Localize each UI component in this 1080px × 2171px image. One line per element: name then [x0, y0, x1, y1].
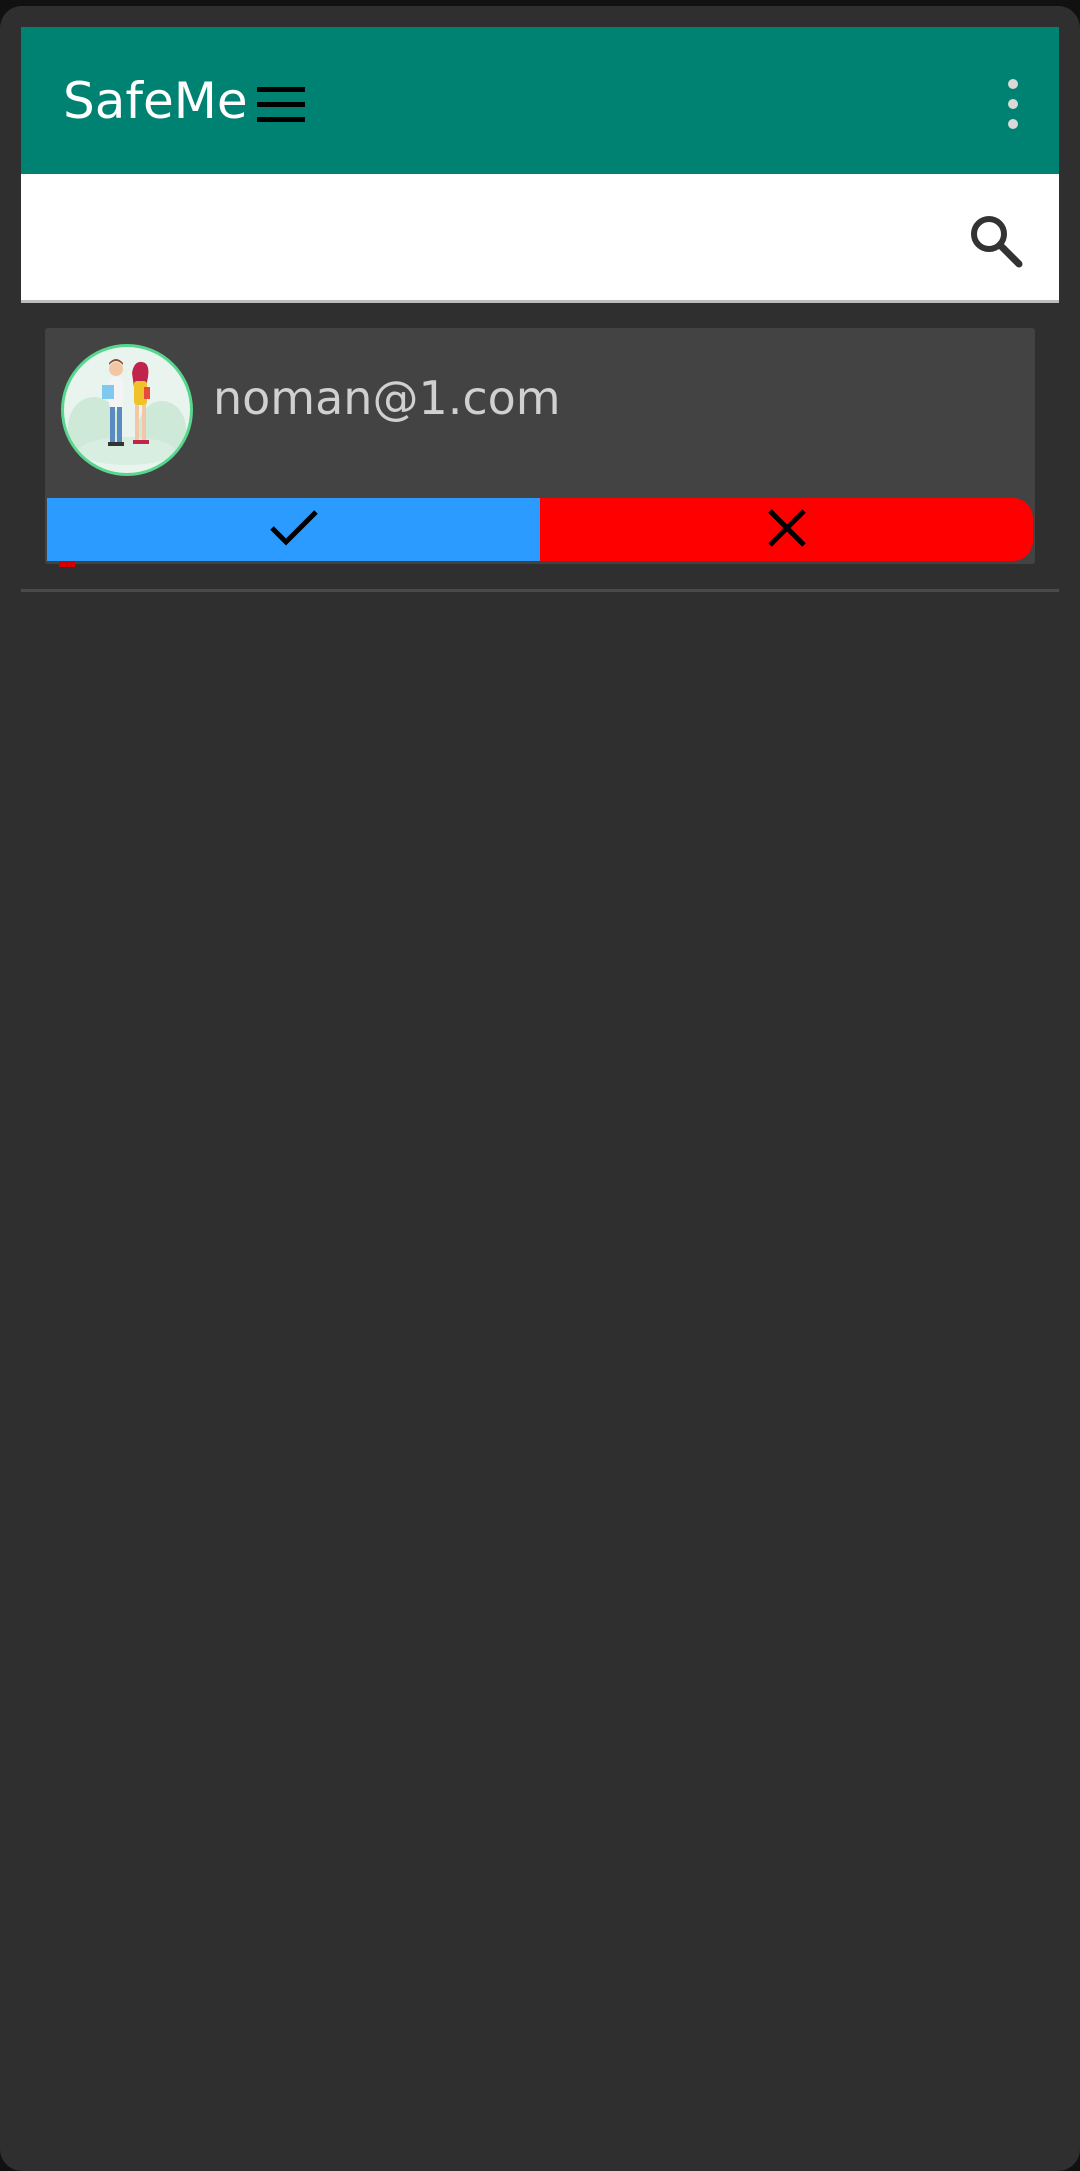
avatar [61, 344, 193, 476]
hamburger-menu-icon[interactable] [257, 85, 307, 125]
close-icon [766, 507, 808, 553]
app-screen: SafeMe noman@1.com [0, 6, 1080, 2171]
app-title: SafeMe [63, 72, 248, 130]
search-input[interactable] [45, 198, 949, 278]
request-card: noman@1.com [45, 328, 1035, 567]
request-email: noman@1.com [213, 371, 561, 425]
more-vertical-icon[interactable] [991, 77, 1035, 133]
app-bar: SafeMe [21, 27, 1059, 174]
reject-button[interactable] [540, 498, 1033, 561]
accept-button[interactable] [47, 498, 540, 561]
checkmark-icon [269, 508, 319, 552]
red-indicator [59, 561, 75, 567]
device-frame: SafeMe noman@1.com [0, 0, 1080, 2171]
search-icon[interactable] [967, 212, 1025, 270]
list-divider [21, 589, 1059, 592]
search-bar [21, 174, 1059, 303]
